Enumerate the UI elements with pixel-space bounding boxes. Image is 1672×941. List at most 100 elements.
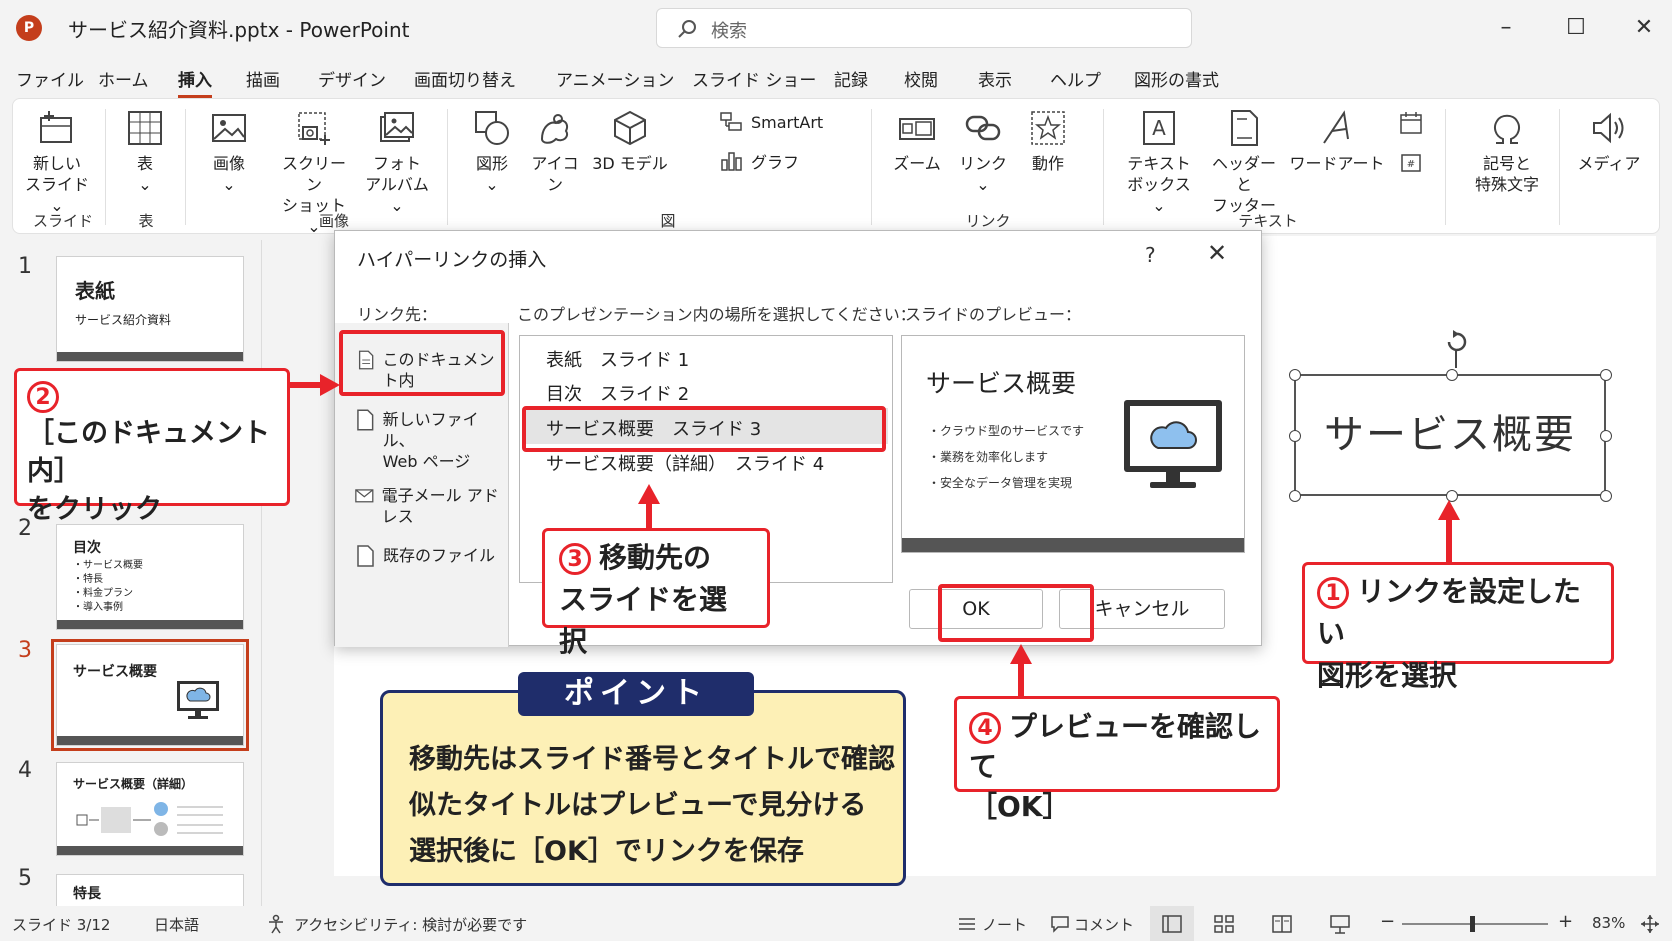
media-label: メディア	[1577, 154, 1641, 173]
3d-model-button[interactable]: 3D モデル	[591, 109, 669, 174]
slide-thumbnail-4[interactable]: サービス概要（詳細）	[56, 762, 244, 856]
reading-view-icon[interactable]	[1272, 915, 1292, 933]
help-button[interactable]: ?	[1145, 243, 1156, 267]
symbols-label: 記号と 特殊文字	[1474, 154, 1539, 194]
place-item[interactable]: サービス概要（詳細） スライド 4	[546, 450, 824, 476]
group-slides-label: スライド	[32, 212, 93, 230]
chart-icon	[721, 152, 742, 171]
tab-review[interactable]: 校閲	[904, 66, 938, 91]
tab-transitions[interactable]: 画面切り替え	[414, 66, 516, 91]
resize-handle[interactable]	[1289, 490, 1301, 502]
language-indicator[interactable]: 日本語	[154, 914, 199, 935]
resize-handle[interactable]	[1600, 369, 1612, 381]
thumb-title: 目次	[73, 540, 101, 556]
slide-thumbnail-1[interactable]: 表紙 サービス紹介資料	[56, 256, 244, 362]
smartart-button[interactable]: SmartArt	[719, 111, 823, 133]
powerpoint-logo-icon: P	[16, 15, 42, 41]
existing-file-icon	[357, 545, 374, 567]
accessibility-status[interactable]: アクセシビリティ: 検討が必要です	[294, 914, 527, 935]
link-to-new-file-web[interactable]: 新しいファイル、 Web ページ	[355, 409, 508, 472]
action-label: 動作	[1031, 154, 1064, 173]
tab-record[interactable]: 記録	[834, 66, 868, 91]
wordart-button[interactable]: ワードアート	[1289, 109, 1385, 174]
tab-design[interactable]: デザイン	[318, 66, 386, 91]
textbox-button[interactable]: A テキスト ボックス ⌄	[1119, 109, 1199, 216]
place-item[interactable]: 表紙 スライド 1	[546, 346, 689, 372]
comments-button[interactable]: コメント	[1074, 914, 1134, 935]
photo-album-icon	[380, 112, 414, 142]
cube-icon	[614, 110, 646, 146]
step-number: 3	[559, 543, 591, 575]
resize-handle[interactable]	[1600, 490, 1612, 502]
symbols-button[interactable]: 記号と 特殊文字	[1461, 109, 1553, 195]
tab-home[interactable]: ホーム	[98, 66, 149, 91]
zoom-out-button[interactable]: −	[1380, 911, 1395, 932]
icons-button[interactable]: アイコン	[525, 109, 585, 195]
zoom-slider-track[interactable]	[1402, 923, 1548, 925]
link-button[interactable]: リンク ⌄	[957, 109, 1009, 195]
ribbon-separator	[1445, 109, 1446, 225]
action-button[interactable]: 動作	[1023, 109, 1073, 174]
tab-animations[interactable]: アニメーション	[556, 66, 674, 91]
tab-draw[interactable]: 描画	[246, 66, 280, 91]
preview-title: サービス概要	[926, 369, 1077, 398]
tab-file[interactable]: ファイル	[16, 66, 84, 91]
arrow-up-icon	[1438, 500, 1460, 564]
image-button[interactable]: 画像 ⌄	[203, 109, 255, 195]
new-slide-button[interactable]: 新しい スライド ⌄	[21, 109, 93, 216]
callout-text: ［このドキュメント内］ をクリック	[27, 418, 270, 525]
diagram-thumbnail-icon	[76, 802, 223, 836]
action-icon	[1031, 111, 1065, 145]
tab-help[interactable]: ヘルプ	[1050, 66, 1101, 91]
tab-shape-format[interactable]: 図形の書式	[1134, 66, 1219, 91]
shapes-button[interactable]: 図形 ⌄	[467, 109, 517, 195]
place-item[interactable]: 目次 スライド 2	[546, 380, 689, 406]
resize-handle[interactable]	[1600, 430, 1612, 442]
minimize-button[interactable]: –	[1490, 14, 1522, 42]
chart-button[interactable]: グラフ	[719, 149, 799, 173]
close-window-button[interactable]: ✕	[1628, 14, 1660, 42]
search-input[interactable]: 検索	[656, 8, 1192, 48]
zoom-in-button[interactable]: +	[1558, 911, 1573, 932]
textbox-icon: A	[1143, 111, 1175, 145]
search-icon	[678, 20, 696, 38]
maximize-button[interactable]: ☐	[1560, 14, 1592, 42]
rotate-handle-icon[interactable]	[1441, 328, 1471, 368]
callout-step-3: 3 移動先の スライドを選択	[542, 528, 770, 658]
tab-view[interactable]: 表示	[978, 66, 1012, 91]
slide-thumbnail-3[interactable]: サービス概要	[51, 639, 249, 751]
date-slide-number-buttons[interactable]: #	[1389, 109, 1433, 189]
header-footer-button[interactable]: ヘッダーと フッター	[1205, 109, 1283, 216]
resize-handle[interactable]	[1289, 430, 1301, 442]
zoom-slider-thumb[interactable]	[1470, 916, 1475, 932]
selected-shape[interactable]: サービス概要	[1289, 369, 1612, 502]
step-number: 1	[1317, 577, 1349, 609]
tab-insert[interactable]: 挿入	[178, 66, 212, 98]
link-to-email[interactable]: 電子メール アドレス	[355, 485, 508, 527]
resize-handle[interactable]	[1446, 369, 1458, 381]
slideshow-icon[interactable]	[1330, 914, 1350, 934]
tab-slideshow[interactable]: スライド ショー	[692, 66, 816, 91]
slide-thumbnail-2[interactable]: 目次 ・サービス概要 ・特長 ・料金プラン ・導入事例	[56, 524, 244, 630]
slide-sorter-icon[interactable]	[1214, 915, 1234, 933]
dialog-close-button[interactable]: ✕	[1207, 239, 1227, 267]
table-button[interactable]: 表 ⌄	[117, 109, 173, 195]
header-footer-icon	[1231, 110, 1258, 146]
date-time-icon: #	[1400, 112, 1422, 172]
thumb-subtitle: サービス紹介資料	[75, 313, 172, 327]
photo-album-button[interactable]: フォト アルバム ⌄	[361, 109, 433, 216]
normal-view-button[interactable]	[1150, 906, 1194, 941]
fit-to-window-icon[interactable]	[1640, 914, 1660, 934]
places-label: このプレゼンテーション内の場所を選択してください：	[517, 305, 916, 324]
shape-text: サービス概要	[1324, 412, 1576, 458]
zoom-button[interactable]: ズーム	[889, 109, 945, 174]
thumb-title: 表紙	[75, 279, 115, 303]
notes-button[interactable]: ノート	[982, 914, 1027, 935]
highlight-ok-button	[938, 584, 1094, 642]
thumb-bullet: ・料金プラン	[73, 588, 133, 599]
zoom-level[interactable]: 83%	[1592, 914, 1625, 932]
ribbon-separator	[185, 109, 186, 225]
media-button[interactable]: メディア	[1573, 109, 1645, 174]
resize-handle[interactable]	[1289, 369, 1301, 381]
link-to-existing-file[interactable]: 既存のファイル	[355, 545, 495, 567]
